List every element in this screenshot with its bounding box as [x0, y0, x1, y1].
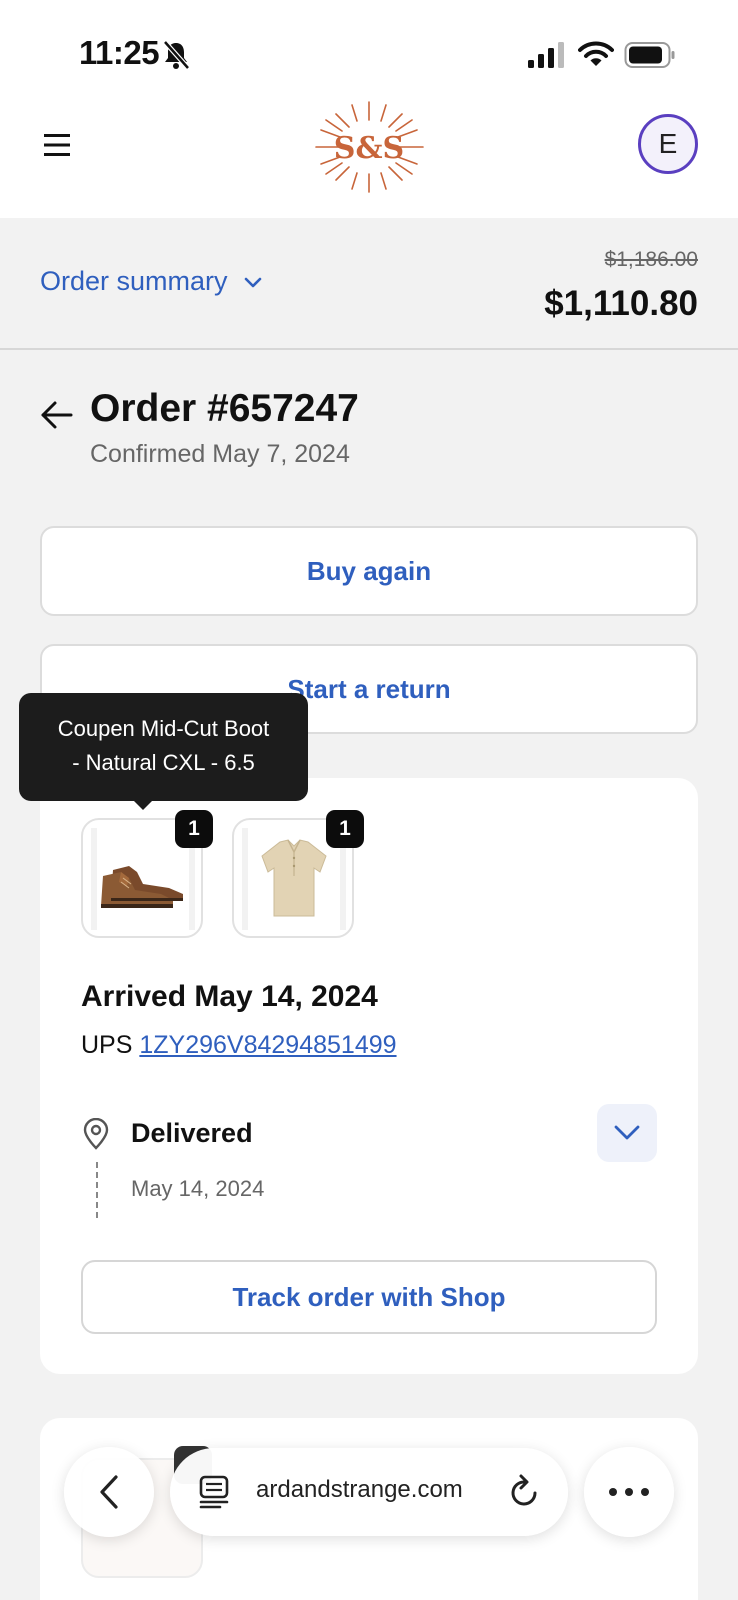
expand-timeline-button[interactable] — [597, 1104, 657, 1162]
more-dot — [641, 1488, 649, 1496]
sunburst-logo[interactable]: S&S — [312, 100, 427, 194]
hamburger-icon[interactable] — [40, 128, 74, 162]
back-arrow-icon[interactable] — [40, 400, 74, 430]
product-thumbnail[interactable]: 1 — [232, 810, 364, 938]
carrier-name: UPS — [81, 1031, 133, 1059]
tooltip-line-1: Coupen Mid-Cut Boot — [57, 716, 270, 741]
wifi-icon — [578, 41, 614, 66]
avatar-initial: E — [658, 128, 678, 159]
buy-again-button[interactable]: Buy again — [40, 526, 698, 616]
tracking-number-link[interactable]: 1ZY296V84294851499 — [139, 1031, 396, 1059]
location-pin-icon — [83, 1118, 109, 1150]
page-title: Order #657247 — [90, 387, 359, 430]
tooltip-line-2: - Natural CXL - 6.5 — [72, 750, 255, 775]
arrival-heading: Arrived May 14, 2024 — [81, 980, 378, 1013]
order-confirmed-date: Confirmed May 7, 2024 — [90, 440, 350, 468]
status-bar: 11:25 — [0, 0, 738, 100]
browser-address-bar[interactable]: ardandstrange.com — [170, 1448, 568, 1536]
track-order-button[interactable]: Track order with Shop — [81, 1260, 657, 1334]
chevron-down-icon — [244, 277, 261, 287]
shipment-card: 1 1 Arrived May 14, 2024 UPS 1ZY296V8429… — [40, 778, 698, 1374]
battery-icon — [624, 42, 675, 68]
more-dot — [625, 1488, 633, 1496]
logo-text: S&S — [334, 131, 404, 166]
chevron-down-icon — [614, 1125, 640, 1140]
site-header: S&S E — [0, 100, 738, 218]
timeline-connector — [96, 1162, 98, 1218]
product-thumbnail[interactable]: 1 — [81, 810, 213, 938]
order-summary-toggle[interactable]: Order summary — [40, 266, 264, 297]
status-time: 11:25 — [79, 34, 160, 71]
quantity-badge: 1 — [175, 810, 213, 848]
more-options-button[interactable] — [584, 1447, 674, 1537]
chevron-left-icon — [100, 1475, 118, 1509]
bell-slash-icon — [163, 40, 190, 70]
avatar[interactable]: E — [638, 114, 698, 174]
reload-icon[interactable] — [508, 1473, 542, 1511]
delivery-status: Delivered — [131, 1118, 253, 1148]
carrier-line: UPS 1ZY296V84294851499 — [81, 1031, 397, 1060]
reader-mode-icon[interactable] — [198, 1474, 230, 1510]
total-price: $1,110.80 — [544, 284, 698, 323]
browser-back-button[interactable] — [64, 1447, 154, 1537]
order-summary-bar: Order summary $1,186.00 $1,110.80 — [0, 218, 738, 350]
browser-url: ardandstrange.com — [256, 1476, 463, 1503]
original-price: $1,186.00 — [604, 248, 698, 271]
signal-icon — [528, 42, 564, 68]
quantity-badge: 1 — [326, 810, 364, 848]
more-dot — [609, 1488, 617, 1496]
product-tooltip: Coupen Mid-Cut Boot - Natural CXL - 6.5 — [19, 693, 308, 801]
order-summary-label: Order summary — [40, 266, 228, 296]
tooltip-arrow — [132, 799, 154, 810]
delivery-status-date: May 14, 2024 — [131, 1176, 265, 1201]
